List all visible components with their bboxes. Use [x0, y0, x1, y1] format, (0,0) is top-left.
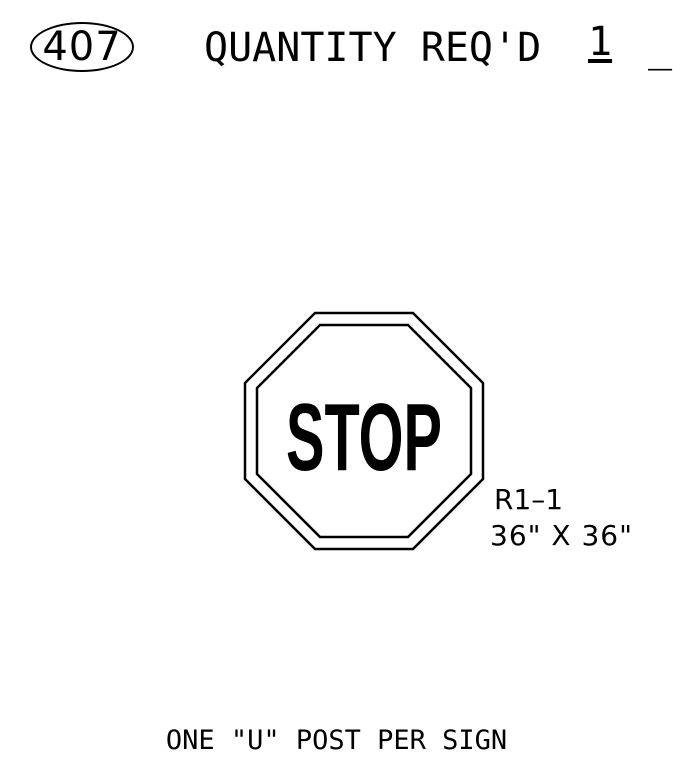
stop-sign-legend: STOP [286, 384, 442, 491]
sign-code: R1–1 [494, 483, 564, 516]
stop-sign-drawing: STOP [243, 311, 485, 551]
sign-size: 36" X 36" [490, 519, 633, 552]
sign-detail-sheet: 407 QUANTITY REQ'D 1 _ STOP R1–1 36" X 3… [0, 0, 673, 761]
post-note: ONE "U" POST PER SIGN [165, 725, 508, 756]
